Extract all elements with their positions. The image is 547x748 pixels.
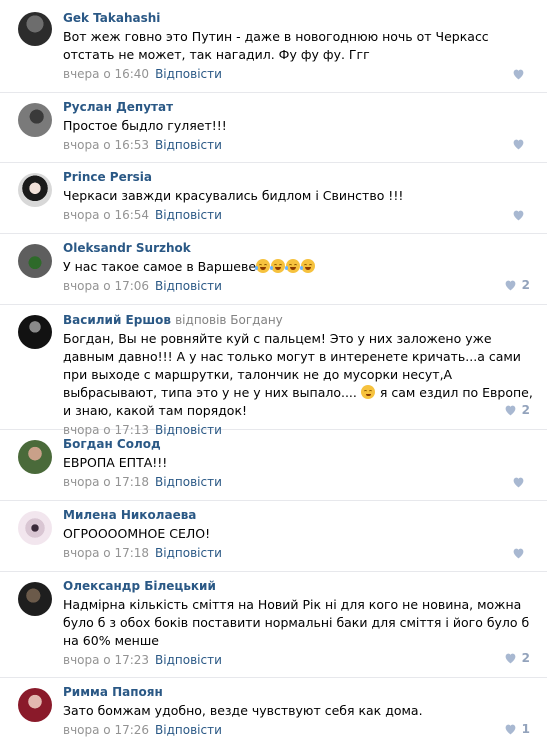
comment-time[interactable]: вчора о 17:06 — [63, 279, 149, 293]
comment-text: Вот жеж говно это Путин - даже в новогод… — [63, 29, 489, 62]
avatar[interactable] — [18, 173, 52, 207]
tears-of-joy-emoji-icon — [285, 259, 301, 273]
avatar[interactable] — [18, 315, 52, 349]
comment-time[interactable]: вчера о 16:40 — [63, 67, 149, 81]
tears-of-joy-emoji-icon — [300, 259, 316, 273]
heart-icon — [505, 280, 516, 291]
heart-icon — [513, 548, 524, 559]
heart-icon — [505, 724, 516, 735]
like-count: 2 — [521, 278, 530, 292]
like-count: 1 — [521, 722, 530, 736]
heart-icon — [505, 653, 516, 664]
comment-time[interactable]: вчора о 17:18 — [63, 546, 149, 560]
comment-author[interactable]: Oleksandr Surzhok — [63, 241, 535, 256]
tears-of-joy-emoji-icon — [255, 259, 271, 273]
like-count: 2 — [521, 651, 530, 665]
reply-button[interactable]: Відповісти — [155, 138, 222, 152]
comment-author[interactable]: Милена Николаева — [63, 508, 535, 523]
heart-icon — [513, 477, 524, 488]
comment-time[interactable]: вчора о 16:54 — [63, 208, 149, 222]
reply-to-label[interactable]: відповів Богдану — [175, 313, 283, 327]
heart-icon — [513, 139, 524, 150]
like-button[interactable] — [512, 547, 530, 559]
comment-text: Зато бомжам удобно, везде чувствуют себя… — [63, 703, 423, 718]
comment-time[interactable]: вчора о 16:53 — [63, 138, 149, 152]
reply-button[interactable]: Відповісти — [155, 67, 222, 81]
avatar[interactable] — [18, 244, 52, 278]
reply-button[interactable]: Відповісти — [155, 208, 222, 222]
avatar[interactable] — [18, 440, 52, 474]
avatar[interactable] — [18, 688, 52, 722]
reply-button[interactable]: Відповісти — [155, 546, 222, 560]
winking-emoji-icon — [360, 385, 375, 399]
comment-time[interactable]: вчора о 17:26 — [63, 723, 149, 737]
heart-icon — [513, 210, 524, 221]
comment-author[interactable]: Олександр Білецький — [63, 579, 535, 594]
heart-icon — [505, 405, 516, 416]
reply-button[interactable]: Відповісти — [155, 653, 222, 667]
comment-text: ОГРОООOМНОЕ СЕЛО! — [63, 526, 211, 541]
comment-author[interactable]: Римма Папоян — [63, 685, 535, 700]
like-button[interactable] — [512, 138, 530, 150]
comment-author[interactable]: Prince Persia — [63, 170, 535, 185]
comment: Милена Николаева ОГРОООOМНОЕ СЕЛО! вчора… — [0, 501, 547, 572]
comment: Римма Папоян Зато бомжам удобно, везде ч… — [0, 678, 547, 748]
comment: Олександр Білецький Надмірна кількість с… — [0, 572, 547, 678]
avatar[interactable] — [18, 103, 52, 137]
comment-author[interactable]: Руслан Депутат — [63, 100, 535, 115]
comment-author[interactable]: Богдан Солод — [63, 437, 535, 452]
comment: Prince Persia Черкаси завжди красувались… — [0, 163, 547, 234]
reply-button[interactable]: Відповісти — [155, 475, 222, 489]
like-button[interactable]: 2 — [504, 278, 530, 292]
comment-text: Черкаси завжди красувались бидлом і Свин… — [63, 188, 404, 203]
like-button[interactable]: 2 — [504, 651, 530, 665]
comment-text: У нас такое самое в Варшеве — [63, 259, 257, 274]
reply-button[interactable]: Відповісти — [155, 279, 222, 293]
comment-author[interactable]: Василий Ершов — [63, 313, 171, 327]
like-count: 2 — [521, 403, 530, 417]
comment: Gek Takahashi Вот жеж говно это Путин - … — [0, 0, 547, 93]
comment-text: ЕВРОПА ЕПТА!!! — [63, 455, 168, 470]
comment-text: Простое быдло гуляет!!! — [63, 118, 227, 133]
comment: Oleksandr Surzhok У нас такое самое в Ва… — [0, 234, 547, 305]
reply-button[interactable]: Відповісти — [155, 723, 222, 737]
avatar[interactable] — [18, 12, 52, 46]
like-button[interactable] — [512, 68, 530, 80]
tears-of-joy-emoji-icon — [270, 259, 286, 273]
comment-time[interactable]: вчора о 17:18 — [63, 475, 149, 489]
like-button[interactable] — [512, 209, 530, 221]
comment: Василий Ершов відповів Богдану Богдан, В… — [0, 305, 547, 437]
like-button[interactable]: 2 — [504, 403, 530, 417]
heart-icon — [513, 69, 524, 80]
avatar[interactable] — [18, 582, 52, 616]
comment: Богдан Солод ЕВРОПА ЕПТА!!! вчора о 17:1… — [0, 430, 547, 501]
comment-author[interactable]: Gek Takahashi — [63, 11, 535, 26]
comment: Руслан Депутат Простое быдло гуляет!!! в… — [0, 93, 547, 163]
like-button[interactable] — [512, 476, 530, 488]
comment-time[interactable]: вчора о 17:23 — [63, 653, 149, 667]
avatar[interactable] — [18, 511, 52, 545]
comment-text: Надмірна кількість сміття на Новий Рік н… — [63, 597, 530, 648]
comments-feed: Gek Takahashi Вот жеж говно это Путин - … — [0, 0, 547, 748]
like-button[interactable]: 1 — [504, 722, 530, 736]
